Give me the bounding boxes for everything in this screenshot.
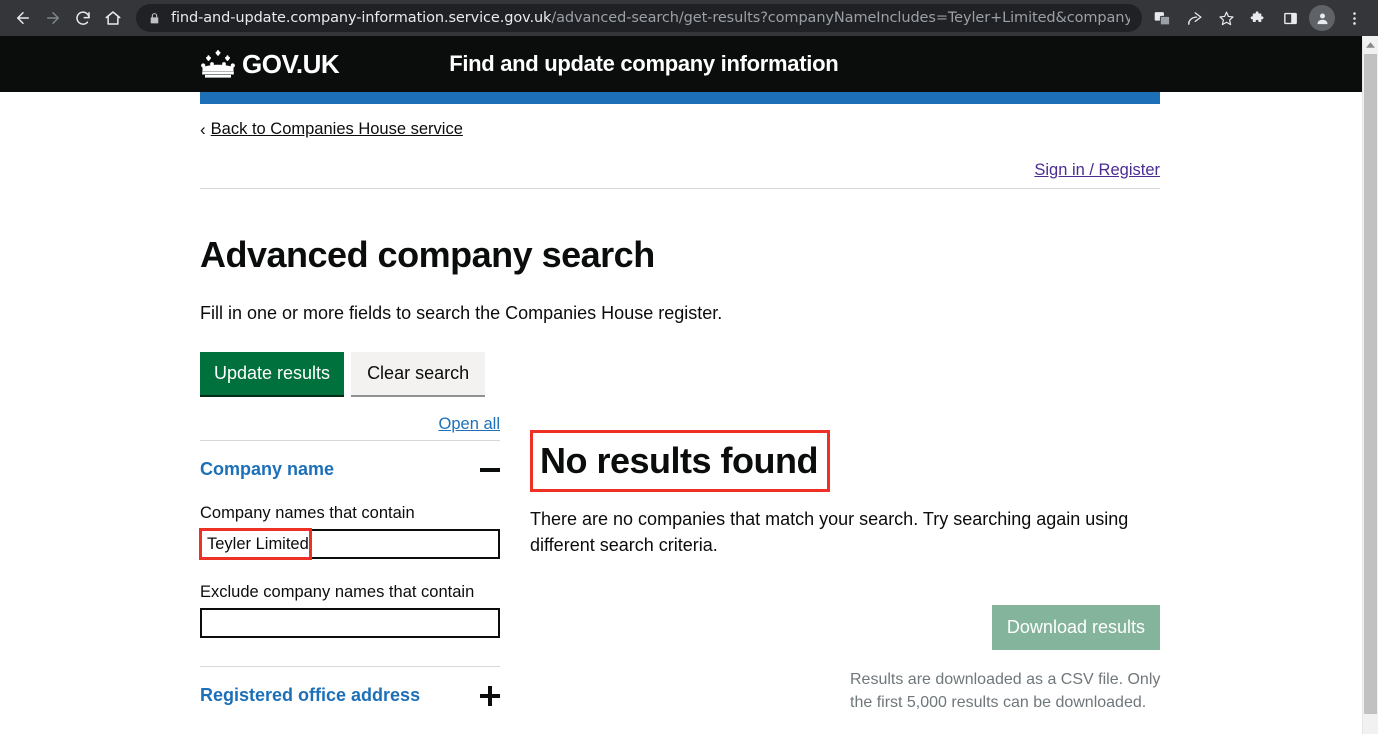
sign-in-register-link[interactable]: Sign in / Register [1034, 161, 1160, 179]
browser-toolbar: find-and-update.company-information.serv… [0, 0, 1378, 36]
back-arrow-icon[interactable] [8, 3, 38, 33]
sign-in-row: Sign in / Register [200, 161, 1160, 188]
url-text: find-and-update.company-information.serv… [171, 10, 1130, 26]
forward-arrow-icon[interactable] [38, 3, 68, 33]
profile-avatar-icon[interactable] [1309, 5, 1335, 31]
search-actions: Update results Clear search [200, 352, 1160, 395]
accordion-title-registered-office-address: Registered office address [200, 685, 421, 705]
label-company-names-contain: Company names that contain [200, 504, 415, 522]
bookmark-star-icon[interactable] [1210, 2, 1242, 34]
plus-icon[interactable] [480, 685, 500, 706]
page-scrollbar[interactable] [1362, 36, 1378, 734]
intro-text: Fill in one or more fields to search the… [200, 303, 723, 323]
reload-icon[interactable] [68, 3, 98, 33]
page-content: ‹ Back to Companies House service Sign i… [199, 104, 1160, 711]
no-results-body-text: There are no companies that match your s… [530, 509, 1129, 556]
accordion-section-registered-office-address[interactable]: Registered office address [200, 667, 500, 706]
service-name: Find and update company information [449, 51, 839, 76]
accordion-section-company-name[interactable]: Company name [200, 441, 500, 480]
back-to-companies-house-link[interactable]: Back to Companies House service [211, 120, 463, 139]
govuk-wordmark: GOV.UK [242, 48, 340, 79]
extensions-puzzle-icon[interactable] [1242, 2, 1274, 34]
url-domain: find-and-update.company-information.serv… [171, 10, 552, 26]
gov-uk-crown-logo-icon [200, 49, 236, 79]
page-title: Advanced company search [200, 234, 655, 275]
govuk-header: GOV.UK Find and update company informati… [0, 36, 1362, 92]
download-note: Results are downloaded as a CSV file. On… [850, 671, 1161, 712]
service-blue-bar [200, 92, 1160, 104]
open-all-link[interactable]: Open all [439, 415, 500, 433]
open-all-row: Open all [200, 395, 500, 434]
minus-icon[interactable] [480, 460, 500, 480]
page-viewport: GOV.UK Find and update company informati… [0, 36, 1362, 734]
home-icon[interactable] [98, 3, 128, 33]
download-results-button[interactable]: Download results [991, 605, 1160, 651]
company-name-input-wrap [199, 528, 500, 560]
no-results-heading-wrap: No results found [530, 430, 830, 492]
back-link-row: ‹ Back to Companies House service [200, 104, 1160, 139]
header-divider [200, 188, 1160, 189]
url-path: /advanced-search/get-results?companyName… [551, 10, 1130, 26]
translate-icon[interactable] [1146, 2, 1178, 34]
update-results-button[interactable]: Update results [200, 352, 345, 395]
download-row: Download results [530, 605, 1160, 651]
three-dot-menu-icon[interactable] [1338, 2, 1370, 34]
exclude-company-names-input[interactable] [200, 608, 500, 638]
back-chevron-icon: ‹ [200, 120, 206, 139]
lock-icon [148, 12, 161, 25]
clear-search-button[interactable]: Clear search [351, 352, 486, 395]
label-exclude-company-names: Exclude company names that contain [200, 583, 475, 601]
results-panel: No results found There are no companies … [530, 395, 1160, 715]
scrollbar-thumb[interactable] [1364, 54, 1377, 714]
address-bar[interactable]: find-and-update.company-information.serv… [136, 4, 1142, 32]
side-panel-icon[interactable] [1274, 2, 1306, 34]
filters-panel: Open all Company name Company names that… [199, 395, 500, 706]
no-results-heading: No results found [540, 440, 819, 481]
share-icon[interactable] [1178, 2, 1210, 34]
company-names-contain-input[interactable] [200, 529, 500, 559]
accordion-title-company-name: Company name [200, 459, 335, 479]
browser-action-icons [1146, 2, 1370, 34]
scrollbar-up-arrow-icon[interactable] [1363, 36, 1378, 53]
